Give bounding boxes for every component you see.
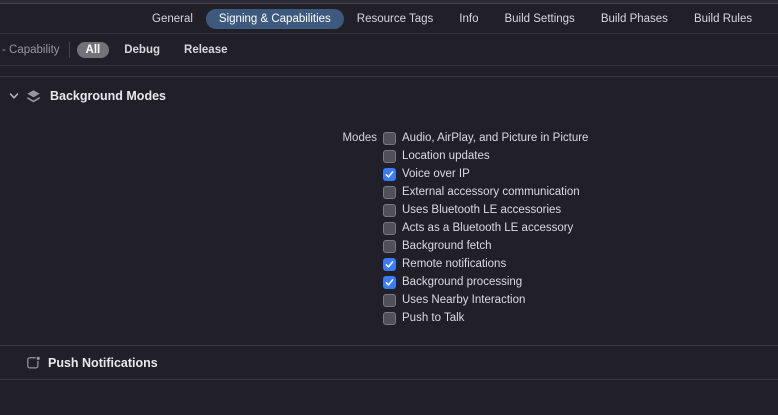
mode-checkbox-location-updates[interactable]: [383, 149, 396, 163]
mode-row: External accessory communication: [383, 183, 588, 201]
mode-checkbox-audio-airplay-and-picture-in-picture[interactable]: [383, 131, 396, 145]
background-modes-header[interactable]: Background Modes: [0, 77, 778, 115]
section-title: Background Modes: [50, 89, 166, 103]
tab-general[interactable]: General: [139, 9, 206, 29]
mode-label: Background processing: [402, 276, 523, 288]
mode-row: Background processing: [383, 273, 588, 291]
tab-info[interactable]: Info: [446, 9, 491, 29]
push-notifications-section[interactable]: Push Notifications: [0, 345, 778, 380]
mode-row: Remote notifications: [383, 255, 588, 273]
mode-label: Uses Nearby Interaction: [402, 294, 526, 306]
mode-checkbox-external-accessory-communication[interactable]: [383, 185, 396, 199]
mode-label: Audio, AirPlay, and Picture in Picture: [402, 132, 589, 144]
capabilities-pane: Background Modes Modes Audio, AirPlay, a…: [0, 66, 778, 380]
background-modes-icon: [27, 89, 40, 102]
mode-label: Uses Bluetooth LE accessories: [402, 204, 562, 216]
scope-all[interactable]: All: [76, 41, 110, 58]
capability-filter-bar: - Capability All Debug Release: [0, 34, 778, 66]
mode-row: Voice over IP: [383, 165, 588, 183]
tab-build-phases[interactable]: Build Phases: [588, 9, 681, 29]
mode-row: Push to Talk: [383, 309, 588, 327]
mode-checkbox-push-to-talk[interactable]: [383, 311, 396, 325]
mode-row: Background fetch: [383, 237, 588, 255]
mode-checkbox-background-processing[interactable]: [383, 275, 396, 289]
tab-build-rules[interactable]: Build Rules: [681, 9, 765, 29]
tab-signing-capabilities[interactable]: Signing & Capabilities: [205, 8, 344, 29]
mode-row: Acts as a Bluetooth LE accessory: [383, 219, 588, 237]
mode-label: Background fetch: [402, 240, 492, 252]
mode-row: Location updates: [383, 147, 588, 165]
add-capability-button[interactable]: - Capability: [2, 44, 60, 56]
background-modes-section: Background Modes Modes Audio, AirPlay, a…: [0, 76, 778, 327]
mode-label: Remote notifications: [402, 258, 507, 270]
scope-release[interactable]: Release: [175, 42, 236, 58]
tab-resource-tags[interactable]: Resource Tags: [344, 9, 447, 29]
mode-checkbox-remote-notifications[interactable]: [383, 257, 396, 271]
mode-checkbox-uses-bluetooth-le-accessories[interactable]: [383, 203, 396, 217]
modes-list: Audio, AirPlay, and Picture in Picture Lo…: [383, 129, 588, 327]
tab-bar: General Signing & Capabilities Resource Ta…: [0, 4, 778, 34]
tab-build-settings[interactable]: Build Settings: [491, 9, 587, 29]
mode-label: External accessory communication: [402, 186, 580, 198]
section-title: Push Notifications: [48, 355, 158, 370]
mode-label: Voice over IP: [402, 168, 470, 180]
chevron-down-icon[interactable]: [9, 91, 19, 101]
mode-row: Audio, AirPlay, and Picture in Picture: [383, 129, 588, 147]
scope-debug[interactable]: Debug: [115, 42, 169, 58]
modes-field: Modes Audio, AirPlay, and Picture in Pic…: [0, 129, 778, 327]
mode-checkbox-uses-nearby-interaction[interactable]: [383, 293, 396, 307]
mode-label: Location updates: [402, 150, 490, 162]
vertical-divider: [68, 41, 70, 58]
mode-checkbox-voice-over-ip[interactable]: [383, 167, 396, 181]
mode-checkbox-acts-as-a-bluetooth-le-accessory[interactable]: [383, 221, 396, 235]
scope-segmented-control: All Debug Release: [76, 41, 243, 58]
modes-field-label: Modes: [342, 132, 377, 144]
mode-label: Push to Talk: [402, 312, 465, 324]
mode-label: Acts as a Bluetooth LE accessory: [402, 222, 574, 234]
mode-row: Uses Bluetooth LE accessories: [383, 201, 588, 219]
mode-checkbox-background-fetch[interactable]: [383, 239, 396, 253]
mode-row: Uses Nearby Interaction: [383, 291, 588, 309]
push-notifications-icon: [27, 355, 41, 369]
